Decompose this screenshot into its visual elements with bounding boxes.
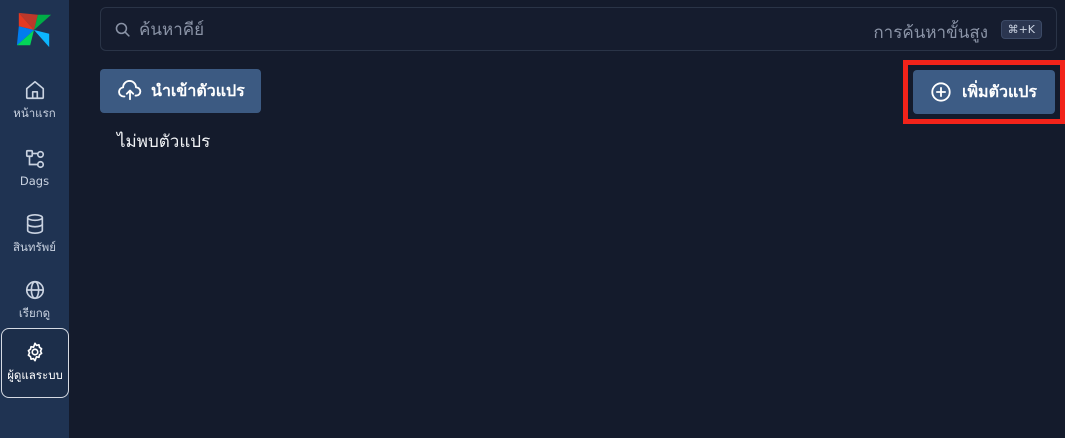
airflow-logo[interactable] (15, 11, 53, 49)
sidebar-item-label: สินทรัพย์ (13, 240, 56, 254)
search-icon (115, 22, 130, 37)
import-variables-button[interactable]: นำเข้าตัวแปร (100, 69, 261, 113)
search-input[interactable] (139, 16, 739, 44)
database-icon (26, 214, 43, 234)
sidebar: หน้าแรก Dags สินทรัพย์ เรียกดู ผู้ดูแลระ… (0, 0, 69, 438)
cloud-upload-icon (118, 80, 142, 101)
add-variable-label: เพิ่มตัวแปร (962, 81, 1037, 101)
import-variables-label: นำเข้าตัวแปร (151, 80, 245, 100)
sidebar-item-home[interactable]: หน้าแรก (0, 73, 69, 129)
plus-circle-icon (931, 82, 951, 102)
sidebar-item-label: Dags (19, 174, 50, 188)
sidebar-item-admin[interactable]: ผู้ดูแลระบบ (1, 328, 69, 398)
sidebar-item-browse[interactable]: เรียกดู (0, 273, 69, 329)
sidebar-item-label: ผู้ดูแลระบบ (7, 368, 63, 382)
gear-icon (27, 342, 43, 362)
home-icon (25, 80, 44, 100)
sidebar-item-assets[interactable]: สินทรัพย์ (0, 207, 69, 263)
search-bar[interactable]: การค้นหาขั้นสูง ⌘+K (100, 7, 1057, 51)
app-window: หน้าแรก Dags สินทรัพย์ เรียกดู ผู้ดูแลระ… (0, 0, 1065, 438)
add-variable-button[interactable]: เพิ่มตัวแปร (913, 70, 1055, 114)
search-shortcut-badge: ⌘+K (1000, 20, 1042, 39)
sidebar-item-label: หน้าแรก (13, 106, 56, 120)
empty-state-message: ไม่พบตัวแปร (117, 132, 211, 152)
sidebar-item-dags[interactable]: Dags (0, 140, 69, 196)
globe-icon (25, 280, 44, 300)
dag-icon (25, 149, 44, 169)
advanced-search-link[interactable]: การค้นหาขั้นสูง (873, 19, 988, 46)
sidebar-item-label: เรียกดู (18, 306, 51, 320)
